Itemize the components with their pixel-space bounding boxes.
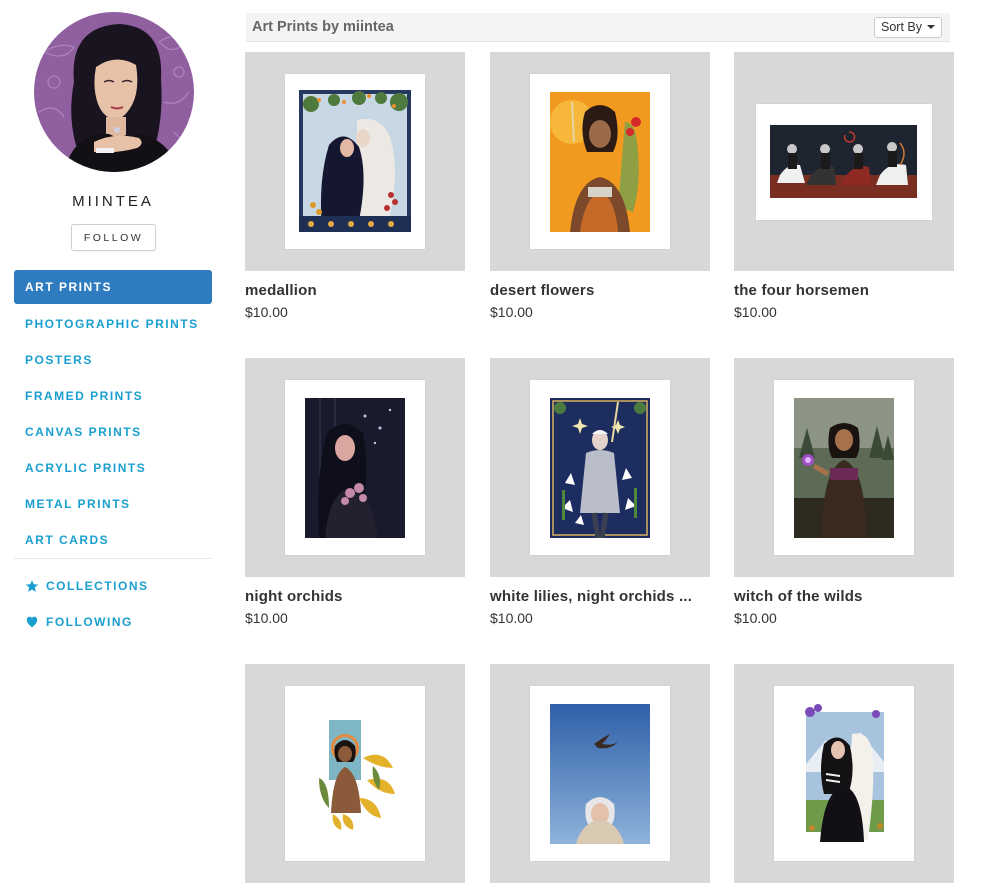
nav-item-framed-prints[interactable]: FRAMED PRINTS (14, 378, 212, 414)
artwork-image (794, 704, 894, 844)
product-thumbnail[interactable] (245, 52, 465, 271)
artwork-image (305, 398, 405, 538)
nav-item-posters[interactable]: POSTERS (14, 342, 212, 378)
nav-item-photographic-prints[interactable]: PHOTOGRAPHIC PRINTS (14, 306, 212, 342)
product-price: $10.00 (245, 610, 288, 626)
heart-icon (25, 615, 39, 629)
star-icon (25, 579, 39, 593)
product-thumbnail[interactable] (734, 664, 954, 883)
nav-item-collections[interactable]: COLLECTIONS (14, 568, 212, 604)
product-thumbnail[interactable] (245, 358, 465, 577)
artwork-image (794, 398, 894, 538)
product-price: $10.00 (245, 304, 288, 320)
results-header: Art Prints by miintea Sort By (246, 13, 950, 42)
secondary-nav: COLLECTIONS FOLLOWING (14, 568, 212, 640)
product-price: $10.00 (490, 304, 533, 320)
product-price: $10.00 (734, 610, 777, 626)
product-type-nav: ART PRINTS PHOTOGRAPHIC PRINTS POSTERS F… (14, 270, 212, 558)
nav-item-label: COLLECTIONS (46, 579, 149, 593)
artwork-image (313, 718, 401, 830)
product-thumbnail[interactable] (490, 664, 710, 883)
nav-item-acrylic-prints[interactable]: ACRYLIC PRINTS (14, 450, 212, 486)
product-title[interactable]: the four horsemen (734, 282, 954, 299)
product-price: $10.00 (490, 610, 533, 626)
sort-by-dropdown[interactable]: Sort By (874, 16, 942, 38)
nav-item-art-prints[interactable]: ART PRINTS (14, 270, 212, 304)
artwork-image (770, 125, 917, 198)
artwork-image (550, 92, 650, 232)
product-thumbnail[interactable] (734, 52, 954, 271)
username: MIINTEA (72, 193, 154, 210)
nav-item-canvas-prints[interactable]: CANVAS PRINTS (14, 414, 212, 450)
product-title[interactable]: white lilies, night orchids ... (490, 588, 710, 605)
nav-item-following[interactable]: FOLLOWING (14, 604, 212, 640)
artwork-image (550, 398, 650, 538)
nav-item-art-cards[interactable]: ART CARDS (14, 522, 212, 558)
product-title[interactable]: medallion (245, 282, 465, 299)
artwork-image (299, 90, 411, 232)
product-title[interactable]: desert flowers (490, 282, 710, 299)
product-price: $10.00 (734, 304, 777, 320)
product-thumbnail[interactable] (734, 358, 954, 577)
avatar[interactable] (34, 12, 194, 172)
product-thumbnail[interactable] (490, 52, 710, 271)
nav-item-metal-prints[interactable]: METAL PRINTS (14, 486, 212, 522)
nav-divider (14, 558, 212, 559)
artwork-image (550, 704, 650, 844)
product-thumbnail[interactable] (245, 664, 465, 883)
follow-button[interactable]: FOLLOW (71, 224, 156, 251)
product-title[interactable]: witch of the wilds (734, 588, 954, 605)
sort-label: Sort By (881, 20, 922, 34)
page-title: Art Prints by miintea (252, 19, 394, 35)
product-thumbnail[interactable] (490, 358, 710, 577)
nav-item-label: FOLLOWING (46, 615, 133, 629)
chevron-down-icon (927, 25, 935, 29)
product-title[interactable]: night orchids (245, 588, 465, 605)
